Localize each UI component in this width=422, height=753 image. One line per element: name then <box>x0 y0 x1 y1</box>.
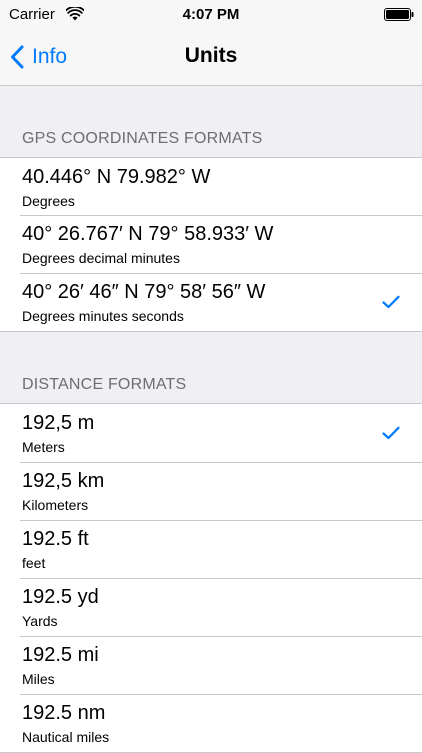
row-title: 192.5 yd <box>22 586 99 608</box>
gps-format-degrees-minutes-seconds[interactable]: 40° 26′ 46″ N 79° 58′ 56″ W Degrees minu… <box>0 273 422 331</box>
row-subtitle: Degrees <box>22 193 75 209</box>
gps-format-degrees-decimal-minutes[interactable]: 40° 26.767′ N 79° 58.933′ W Degrees deci… <box>0 215 422 273</box>
checkmark-icon <box>382 426 400 440</box>
checkmark-icon <box>382 295 400 309</box>
gps-format-list: 40.446° N 79.982° W Degrees 40° 26.767′ … <box>0 158 422 332</box>
status-time: 4:07 PM <box>182 6 240 23</box>
row-title: 40° 26.767′ N 79° 58.933′ W <box>22 223 274 245</box>
row-subtitle: Meters <box>22 439 65 455</box>
row-title: 192.5 ft <box>22 528 89 550</box>
row-title: 192,5 km <box>22 470 105 492</box>
distance-format-kilometers[interactable]: 192,5 km Kilometers <box>0 462 422 520</box>
row-title: 40° 26′ 46″ N 79° 58′ 56″ W <box>22 281 266 303</box>
settings-content: GPS COORDINATES FORMATS 40.446° N 79.982… <box>0 86 422 753</box>
row-subtitle: Kilometers <box>22 497 89 513</box>
section-header-distance: DISTANCE FORMATS <box>0 332 422 404</box>
distance-format-meters[interactable]: 192,5 m Meters <box>0 404 422 462</box>
row-subtitle: Degrees decimal minutes <box>22 250 180 266</box>
row-title: 192,5 m <box>22 412 95 434</box>
distance-format-feet[interactable]: 192.5 ft feet <box>0 520 422 578</box>
row-subtitle: Degrees minutes seconds <box>22 308 184 324</box>
distance-format-list: 192,5 m Meters 192,5 km Kilometers 192.5… <box>0 404 422 753</box>
gps-format-degrees[interactable]: 40.446° N 79.982° W Degrees <box>0 158 422 215</box>
row-title: 192.5 mi <box>22 644 99 666</box>
status-bar: Carrier 4:07 PM <box>0 0 422 30</box>
page-title: Units <box>184 44 238 67</box>
distance-format-miles[interactable]: 192.5 mi Miles <box>0 636 422 694</box>
navigation-bar: Info Units <box>0 30 422 86</box>
row-subtitle: Miles <box>22 671 55 687</box>
row-title: 40.446° N 79.982° W <box>22 166 211 188</box>
row-subtitle: feet <box>22 555 46 571</box>
row-subtitle: Nautical miles <box>22 729 110 745</box>
battery-icon <box>384 8 414 21</box>
distance-format-nautical-miles[interactable]: 192.5 nm Nautical miles <box>0 694 422 752</box>
section-header-gps: GPS COORDINATES FORMATS <box>0 86 422 158</box>
distance-format-yards[interactable]: 192.5 yd Yards <box>0 578 422 636</box>
row-subtitle: Yards <box>22 613 58 629</box>
row-title: 192.5 nm <box>22 702 106 724</box>
